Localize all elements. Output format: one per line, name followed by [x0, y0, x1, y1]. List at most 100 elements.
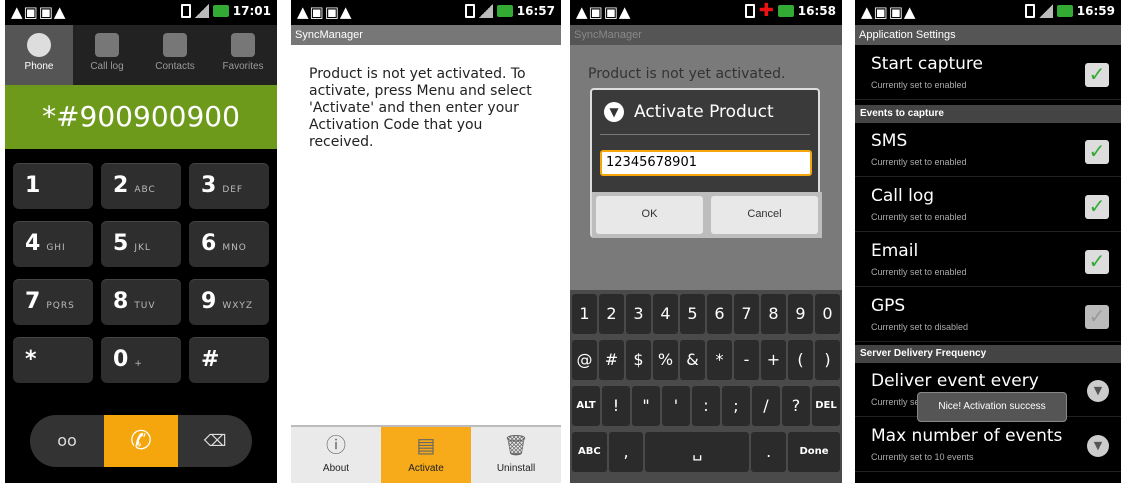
tab-call-log[interactable]: Call log [73, 25, 141, 85]
kb-key[interactable]: 1 [572, 294, 597, 334]
kb-key[interactable]: + [761, 340, 786, 380]
key-5[interactable]: 5 JKL [101, 221, 181, 267]
kb-key[interactable]: 4 [653, 294, 678, 334]
period-key[interactable]: . [751, 432, 787, 472]
checkbox-unchecked-icon[interactable]: ✓ [1085, 305, 1109, 329]
key-digit: 6 [201, 231, 217, 256]
activate-icon: ▤ [416, 435, 436, 457]
key-9[interactable]: 9 WXYZ [189, 279, 269, 325]
checkbox-checked-icon[interactable]: ✓ [1085, 195, 1109, 219]
space-key[interactable]: ␣ [645, 432, 750, 472]
kb-key[interactable]: 0 [815, 294, 840, 334]
key-star[interactable]: * [13, 337, 93, 383]
kb-key[interactable]: * [707, 340, 732, 380]
kb-key[interactable]: % [653, 340, 678, 380]
battery-icon [464, 4, 475, 18]
setting-sms[interactable]: SMS Currently set to enabled ✓ [855, 127, 1121, 177]
setting-gps[interactable]: GPS Currently set to disabled ✓ [855, 292, 1121, 342]
status-time: 16:57 [516, 4, 555, 18]
notification-icons: ▲▣▣▲ [11, 3, 67, 21]
setting-title: SMS [871, 131, 908, 151]
setting-call-log[interactable]: Call log Currently set to enabled ✓ [855, 182, 1121, 232]
setting-summary: Currently set to 10 events [871, 452, 974, 462]
menu-uninstall[interactable]: 🗑 Uninstall [471, 427, 561, 483]
ok-button[interactable]: OK [596, 196, 703, 234]
kb-key[interactable]: 9 [788, 294, 813, 334]
tab-favorites[interactable]: Favorites [209, 25, 277, 85]
checkbox-checked-icon[interactable]: ✓ [1085, 250, 1109, 274]
done-key[interactable]: Done [788, 432, 841, 472]
kb-key[interactable]: ? [782, 386, 810, 426]
kb-key[interactable]: 2 [599, 294, 624, 334]
dropdown-arrow-icon[interactable]: ▼ [1087, 435, 1109, 457]
kb-key[interactable]: 7 [734, 294, 759, 334]
setting-start-capture[interactable]: Start capture Currently set to enabled ✓ [855, 50, 1121, 100]
key-4[interactable]: 4 GHI [13, 221, 93, 267]
keyboard-row-digits: 1 2 3 4 5 6 7 8 9 0 [572, 294, 840, 334]
kb-key[interactable]: 3 [626, 294, 651, 334]
kb-key[interactable]: 6 [707, 294, 732, 334]
kb-key[interactable]: : [692, 386, 720, 426]
kb-key[interactable]: & [680, 340, 705, 380]
dropdown-arrow-icon[interactable]: ▼ [1087, 380, 1109, 402]
kb-key[interactable]: " [632, 386, 660, 426]
battery-icon [744, 4, 755, 18]
key-7[interactable]: 7 PQRS [13, 279, 93, 325]
dialed-number[interactable]: *#900900900 [5, 85, 277, 149]
backspace-icon: ⌫ [203, 431, 227, 450]
dialer-screen: ▲▣▣▲ 17:01 Phone Call log Contacts Favor… [5, 0, 277, 483]
key-6[interactable]: 6 MNO [189, 221, 269, 267]
activate-dialog: ▼ Activate Product 12345678901 OK Cancel [590, 88, 822, 238]
tab-phone[interactable]: Phone [5, 25, 73, 85]
kb-key[interactable]: @ [572, 340, 597, 380]
key-0[interactable]: 0 + [101, 337, 181, 383]
key-8[interactable]: 8 TUV [101, 279, 181, 325]
voicemail-icon: oo [57, 431, 77, 450]
activate-screen: ▲▣▣▲ ✚ 16:58 SyncManager Product is not y… [570, 0, 842, 483]
setting-email[interactable]: Email Currently set to enabled ✓ [855, 237, 1121, 287]
key-letters: PQRS [46, 301, 75, 311]
kb-key[interactable]: / [752, 386, 780, 426]
trash-icon: 🗑 [503, 435, 529, 457]
kb-key[interactable]: # [599, 340, 624, 380]
voicemail-button[interactable]: oo [30, 415, 104, 467]
checkbox-checked-icon[interactable]: ✓ [1085, 63, 1109, 87]
key-3[interactable]: 3 DEF [189, 163, 269, 209]
menu-label: Uninstall [496, 463, 536, 474]
activation-code-input[interactable]: 12345678901 [600, 150, 812, 176]
kb-key[interactable]: ; [722, 386, 750, 426]
kb-key[interactable]: ! [602, 386, 630, 426]
key-1[interactable]: 1 [13, 163, 93, 209]
setting-max-events[interactable]: Max number of events Currently set to 10… [855, 422, 1121, 472]
dialog-title-text: Activate Product [634, 102, 774, 122]
status-bar: ▲▣▣▲ 17:01 [5, 0, 277, 25]
kb-key[interactable]: 5 [680, 294, 705, 334]
delete-key[interactable]: DEL [812, 386, 840, 426]
setting-summary: Currently set to enabled [871, 80, 967, 90]
backspace-button[interactable]: ⌫ [178, 415, 252, 467]
key-digit: 1 [25, 173, 41, 198]
menu-activate[interactable]: ▤ Activate [381, 427, 471, 483]
key-letters: TUV [134, 301, 156, 311]
star-icon [231, 33, 255, 57]
kb-key[interactable]: 8 [761, 294, 786, 334]
status-time: 16:59 [1076, 4, 1115, 18]
keyboard-row-bottom: ABC , ␣ . Done [572, 432, 841, 472]
kb-key[interactable]: $ [626, 340, 651, 380]
abc-key[interactable]: ABC [572, 432, 607, 472]
kb-key[interactable]: ( [788, 340, 813, 380]
key-2[interactable]: 2 ABC [101, 163, 181, 209]
call-button[interactable]: ✆ [104, 415, 178, 467]
tab-label: Call log [90, 61, 124, 72]
tab-contacts[interactable]: Contacts [141, 25, 209, 85]
kb-key[interactable]: - [734, 340, 759, 380]
cancel-button[interactable]: Cancel [711, 196, 818, 234]
alt-key[interactable]: ALT [572, 386, 600, 426]
comma-key[interactable]: , [608, 432, 644, 472]
call-bar: oo ✆ ⌫ [30, 415, 252, 467]
checkbox-checked-icon[interactable]: ✓ [1085, 140, 1109, 164]
menu-about[interactable]: ⓘ About [291, 427, 381, 483]
key-hash[interactable]: # [189, 337, 269, 383]
kb-key[interactable]: ) [815, 340, 840, 380]
kb-key[interactable]: ' [662, 386, 690, 426]
